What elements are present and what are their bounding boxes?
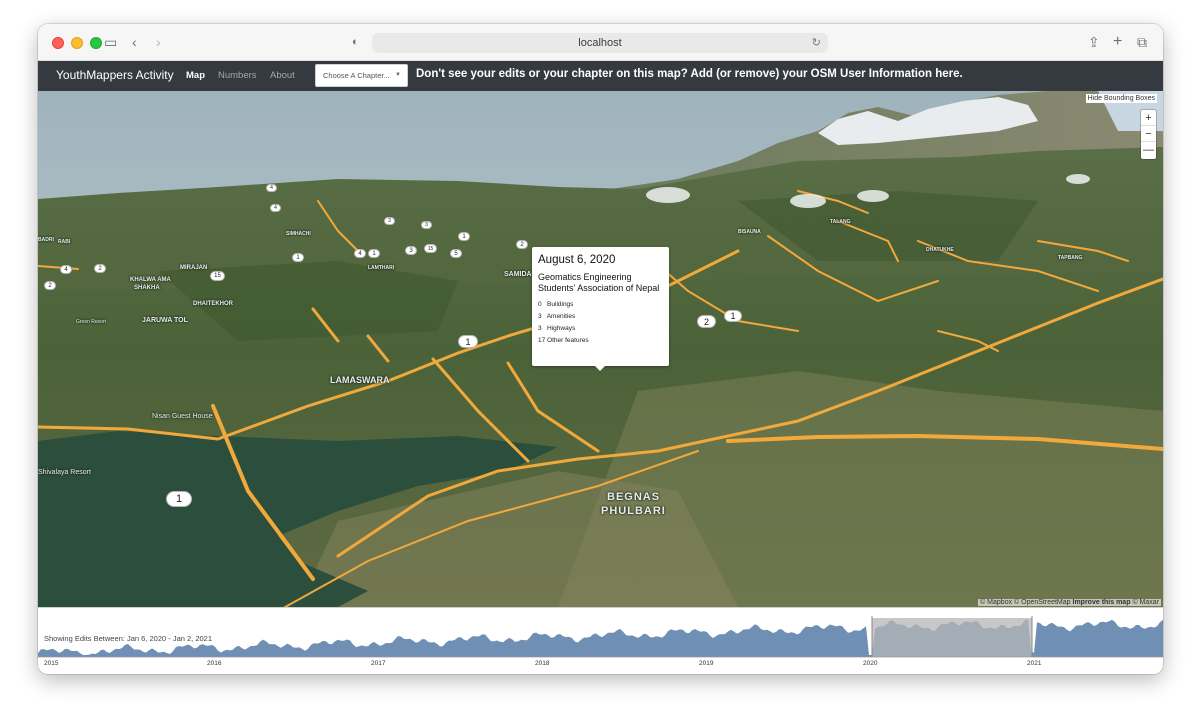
compass-button[interactable]: — <box>1141 142 1156 158</box>
popup-date: August 6, 2020 <box>538 254 616 266</box>
year-tick: 2015 <box>44 660 59 667</box>
zoom-out-button[interactable]: − <box>1141 126 1156 142</box>
edit-marker[interactable]: 4 <box>354 249 366 258</box>
attribution-maxar: © Maxar <box>1132 599 1159 606</box>
place-label-phulbari: PHULBARI <box>601 505 666 517</box>
browser-titlebar: ▭ ‹ › ◐ localhost ↻ ⇪ + ⧉ <box>38 24 1163 61</box>
edit-marker[interactable]: 2 <box>697 315 716 328</box>
minimize-window-button[interactable] <box>71 37 83 49</box>
edit-popup: August 6, 2020 Geomatics Engineering Stu… <box>532 247 669 366</box>
share-icon[interactable]: ⇪ <box>1088 34 1100 50</box>
year-tick: 2020 <box>863 660 878 667</box>
popup-stat-amenities: 3 Amenities <box>538 313 663 320</box>
edit-marker[interactable]: 3 <box>384 217 395 225</box>
zoom-in-button[interactable]: + <box>1141 110 1156 126</box>
address-text: localhost <box>578 37 622 49</box>
edit-marker[interactable]: 1 <box>166 491 192 507</box>
year-tick: 2019 <box>699 660 714 667</box>
improve-map-link[interactable]: Improve this map <box>1073 599 1131 606</box>
place-label-green-resort: Green Resort <box>76 319 107 325</box>
timeline-selection <box>872 618 1032 657</box>
nav-link-about[interactable]: About <box>270 70 295 81</box>
stat-count: 3 <box>538 313 542 320</box>
place-label-tapbang: TAPBANG <box>1058 255 1083 261</box>
nav-link-numbers[interactable]: Numbers <box>218 70 257 81</box>
edit-marker[interactable]: 5 <box>450 249 462 258</box>
edit-marker[interactable]: 1 <box>458 232 470 241</box>
map-attribution: © Mapbox © OpenStreetMap Improve this ma… <box>978 599 1161 606</box>
edit-marker[interactable]: 1 <box>368 249 380 258</box>
forward-icon[interactable]: › <box>156 34 161 50</box>
edit-marker[interactable]: 1 <box>724 310 742 322</box>
app-navbar: YouthMappers Activity Map Numbers About … <box>38 61 1163 91</box>
place-label-jaruwa-tol: JARUWA TOL <box>142 317 188 324</box>
edit-marker[interactable]: 2 <box>94 264 106 273</box>
edit-marker[interactable]: 3 <box>405 246 417 255</box>
place-label-nisan-guest-house: Nisan Guest House <box>152 413 213 420</box>
stat-label: Highways <box>547 325 576 332</box>
popup-stat-other: 17 Other features <box>538 337 663 344</box>
place-label-lamthari: LAMTHARI <box>368 265 395 271</box>
place-label-rabi: RABI <box>58 239 71 245</box>
place-label-bisauna: BISAUNA <box>738 229 761 235</box>
stat-count: 3 <box>538 325 542 332</box>
popup-stat-highways: 3 Highways <box>538 325 663 332</box>
year-tick: 2017 <box>371 660 386 667</box>
stat-label: Other features <box>547 337 589 344</box>
year-tick: 2021 <box>1027 660 1042 667</box>
place-label-shakha: SHAKHA <box>134 285 160 291</box>
stat-count: 0 <box>538 301 542 308</box>
place-label-shivalaya-resort: Shivalaya Resort <box>38 469 91 476</box>
edit-marker[interactable]: 15 <box>424 244 437 253</box>
edit-marker[interactable]: 4 <box>270 204 281 212</box>
place-label-dhatukhe: DHATUKHE <box>926 247 954 253</box>
map-controls: + − — <box>1141 110 1156 159</box>
back-icon[interactable]: ‹ <box>132 34 137 50</box>
place-label-lamaswara: LAMASWARA <box>330 375 390 385</box>
place-label-mirajan: MIRAJAN <box>180 265 208 271</box>
popup-chapter-name: Geomatics Engineering Students' Associat… <box>538 272 660 293</box>
address-bar[interactable]: localhost ↻ <box>372 33 828 53</box>
app-brand[interactable]: YouthMappers Activity <box>56 68 174 82</box>
maximize-window-button[interactable] <box>90 37 102 49</box>
popup-tip <box>594 365 606 371</box>
stat-count: 17 <box>538 337 546 344</box>
timeline-range-label: Showing Edits Between: Jan 6, 2020 - Jan… <box>44 634 213 643</box>
stat-label: Buildings <box>547 301 574 308</box>
chapter-select[interactable]: Choose A Chapter... ▼ <box>315 64 408 87</box>
place-label-khalwa-ama: KHALWA AMA <box>130 277 171 283</box>
edit-marker[interactable]: 15 <box>210 271 225 281</box>
popup-stat-buildings: 0 Buildings <box>538 301 663 308</box>
edit-marker[interactable]: 2 <box>44 281 56 290</box>
place-label-dhaitekhor: DHAITEKHOR <box>193 301 233 307</box>
place-label-talang: TALANG <box>830 219 851 225</box>
edit-marker[interactable]: 1 <box>458 335 478 348</box>
edit-marker[interactable]: 4 <box>266 184 277 192</box>
edits-timeline[interactable]: Showing Edits Between: Jan 6, 2020 - Jan… <box>38 607 1163 674</box>
chapter-select-value: Choose A Chapter... <box>323 71 390 80</box>
reload-icon[interactable]: ↻ <box>812 33 821 53</box>
edit-marker[interactable]: 2 <box>516 240 528 249</box>
attribution-text: © Mapbox © OpenStreetMap <box>980 599 1071 606</box>
browser-window: ▭ ‹ › ◐ localhost ↻ ⇪ + ⧉ YouthMappers A… <box>38 24 1163 674</box>
nav-link-map[interactable]: Map <box>186 70 205 81</box>
year-tick: 2018 <box>535 660 550 667</box>
place-label-begnas: BEGNAS <box>607 491 661 503</box>
year-tick: 2016 <box>207 660 222 667</box>
place-label-badri: BADRI <box>38 237 54 243</box>
map-canvas[interactable]: LAMASWARA BEGNAS PHULBARI JARUWA TOL DHA… <box>38 91 1163 607</box>
stat-label: Amenities <box>546 313 576 320</box>
place-label-simhachi: SIMHACHI <box>286 231 311 237</box>
edit-marker[interactable]: 4 <box>60 265 72 274</box>
edit-marker[interactable]: 3 <box>421 221 432 229</box>
osm-info-link[interactable]: Don't see your edits or your chapter on … <box>416 68 963 80</box>
tab-overview-icon[interactable]: ⧉ <box>1137 34 1147 50</box>
chevron-down-icon: ▼ <box>395 72 401 78</box>
sidebar-icon[interactable]: ▭ <box>104 34 117 50</box>
edit-marker[interactable]: 1 <box>292 253 304 262</box>
new-tab-icon[interactable]: + <box>1113 34 1122 50</box>
close-window-button[interactable] <box>52 37 64 49</box>
privacy-shield-icon[interactable]: ◐ <box>352 34 359 50</box>
hide-bounding-boxes-button[interactable]: Hide Bounding Boxes <box>1085 94 1157 103</box>
